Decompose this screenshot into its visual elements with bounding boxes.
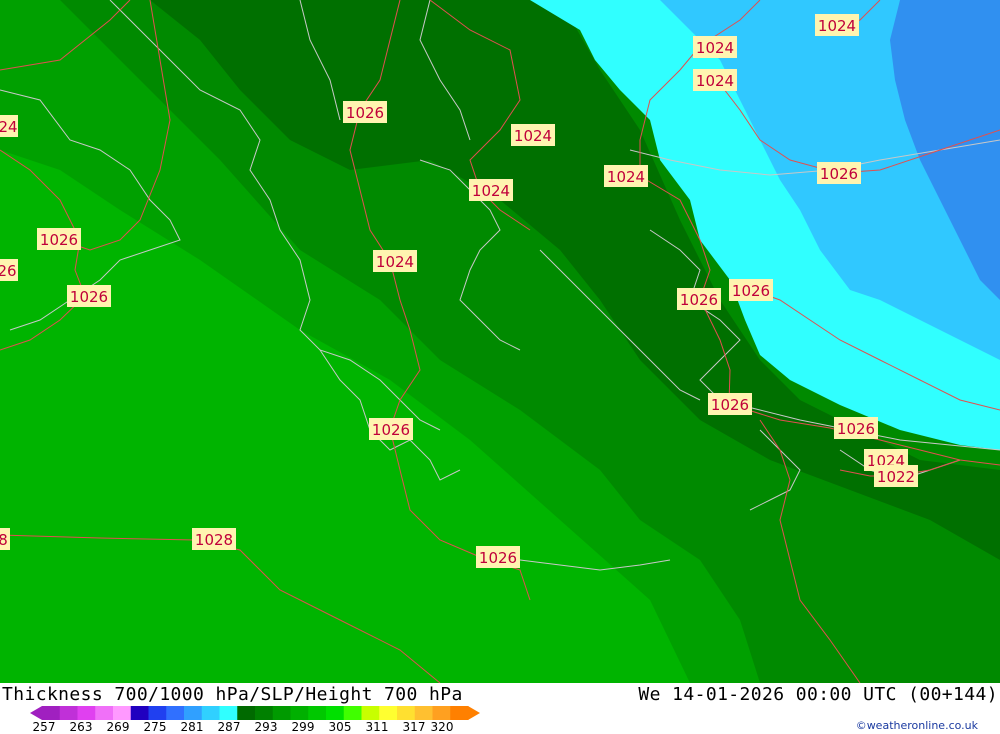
- isobar-label: 1026: [677, 288, 721, 310]
- weather-map: 1024 1024 1024 1026 1024 1024 1026 1024 …: [0, 0, 1000, 684]
- legend-right-arrow: [468, 706, 480, 720]
- legend-swatch: [432, 706, 451, 720]
- isobar-label: 1024: [693, 36, 737, 58]
- isobar-label: 1024: [604, 165, 648, 187]
- legend-swatch: [59, 706, 78, 720]
- legend-swatch: [130, 706, 149, 720]
- legend-swatch: [184, 706, 203, 720]
- isobar-label: 8: [0, 528, 10, 550]
- legend-tick-label: 263: [69, 720, 93, 734]
- svg-text:1026: 1026: [837, 420, 875, 438]
- valid-time: We 14-01-2026 00:00 UTC (00+144): [638, 684, 998, 705]
- svg-text:26: 26: [0, 262, 17, 280]
- legend-swatch: [414, 706, 433, 720]
- legend-left-arrow: [30, 706, 42, 720]
- legend-swatch: [95, 706, 114, 720]
- legend-swatch: [219, 706, 238, 720]
- isobar-label: 1026: [708, 393, 752, 415]
- product-title: Thickness 700/1000 hPa/SLP/Height 700 hP…: [2, 684, 463, 705]
- legend-tick-label: 299: [291, 720, 315, 734]
- isobar-label: 1026: [729, 279, 773, 301]
- svg-text:1026: 1026: [820, 165, 858, 183]
- svg-text:1026: 1026: [479, 549, 517, 567]
- svg-text:1024: 1024: [472, 182, 510, 200]
- svg-text:1026: 1026: [372, 421, 410, 439]
- isobar-label: 1024: [815, 14, 859, 36]
- isobar-label: 1026: [67, 285, 111, 307]
- legend-tick-label: 317: [402, 720, 426, 734]
- legend-tick-label: 311: [365, 720, 389, 734]
- isobar-label: 26: [0, 259, 18, 281]
- isobar-label: 1026: [817, 162, 861, 184]
- isobar-label: 24: [0, 115, 18, 137]
- svg-text:1026: 1026: [680, 291, 718, 309]
- isobar-label: 1026: [369, 418, 413, 440]
- legend-tick-label: 293: [254, 720, 278, 734]
- map-footer: Thickness 700/1000 hPa/SLP/Height 700 hP…: [0, 683, 1000, 734]
- legend-swatch: [397, 706, 416, 720]
- legend-swatch: [237, 706, 256, 720]
- legend-tick-label: 305: [328, 720, 352, 734]
- svg-text:1028: 1028: [195, 531, 233, 549]
- isobar-label: 1026: [37, 228, 81, 250]
- isobar-label: 1026: [343, 101, 387, 123]
- svg-text:1024: 1024: [376, 253, 414, 271]
- svg-text:1026: 1026: [346, 104, 384, 122]
- legend-swatch: [255, 706, 274, 720]
- credit-link[interactable]: ©weatheronline.co.uk: [856, 719, 978, 732]
- legend-tick-label: 287: [217, 720, 241, 734]
- legend-swatch: [343, 706, 362, 720]
- isobar-label: 1024: [469, 179, 513, 201]
- svg-text:1022: 1022: [877, 468, 915, 486]
- svg-text:1024: 1024: [696, 39, 734, 57]
- isobar-label: 1024: [373, 250, 417, 272]
- legend-swatch: [77, 706, 96, 720]
- legend-swatch: [450, 706, 469, 720]
- svg-text:1026: 1026: [40, 231, 78, 249]
- svg-text:1024: 1024: [818, 17, 856, 35]
- legend-tick-label: 281: [180, 720, 204, 734]
- legend-swatch: [308, 706, 327, 720]
- legend-swatch: [42, 706, 61, 720]
- svg-text:8: 8: [0, 531, 8, 549]
- legend-swatch: [379, 706, 398, 720]
- legend-tick-label: 275: [143, 720, 167, 734]
- legend-swatch: [166, 706, 185, 720]
- legend-swatch: [361, 706, 380, 720]
- legend-swatch: [148, 706, 167, 720]
- svg-text:1024: 1024: [514, 127, 552, 145]
- isobar-label: 1028: [192, 528, 236, 550]
- legend-tick-label: 320: [430, 720, 454, 734]
- legend-swatch: [272, 706, 291, 720]
- isobar-label: 1024: [511, 124, 555, 146]
- svg-text:1024: 1024: [696, 72, 734, 90]
- legend-tick-label: 269: [106, 720, 130, 734]
- isobar-label: 1026: [476, 546, 520, 568]
- legend-swatch: [201, 706, 220, 720]
- svg-text:24: 24: [0, 118, 18, 136]
- legend-swatch: [113, 706, 132, 720]
- svg-text:1024: 1024: [607, 168, 645, 186]
- isobar-label: 1022: [874, 465, 918, 487]
- legend-swatch: [290, 706, 309, 720]
- svg-text:1026: 1026: [711, 396, 749, 414]
- isobar-label: 1024: [693, 69, 737, 91]
- svg-text:1026: 1026: [732, 282, 770, 300]
- color-legend: [30, 706, 480, 720]
- svg-text:1026: 1026: [70, 288, 108, 306]
- legend-swatch: [326, 706, 345, 720]
- legend-tick-label: 257: [32, 720, 56, 734]
- isobar-label: 1026: [834, 417, 878, 439]
